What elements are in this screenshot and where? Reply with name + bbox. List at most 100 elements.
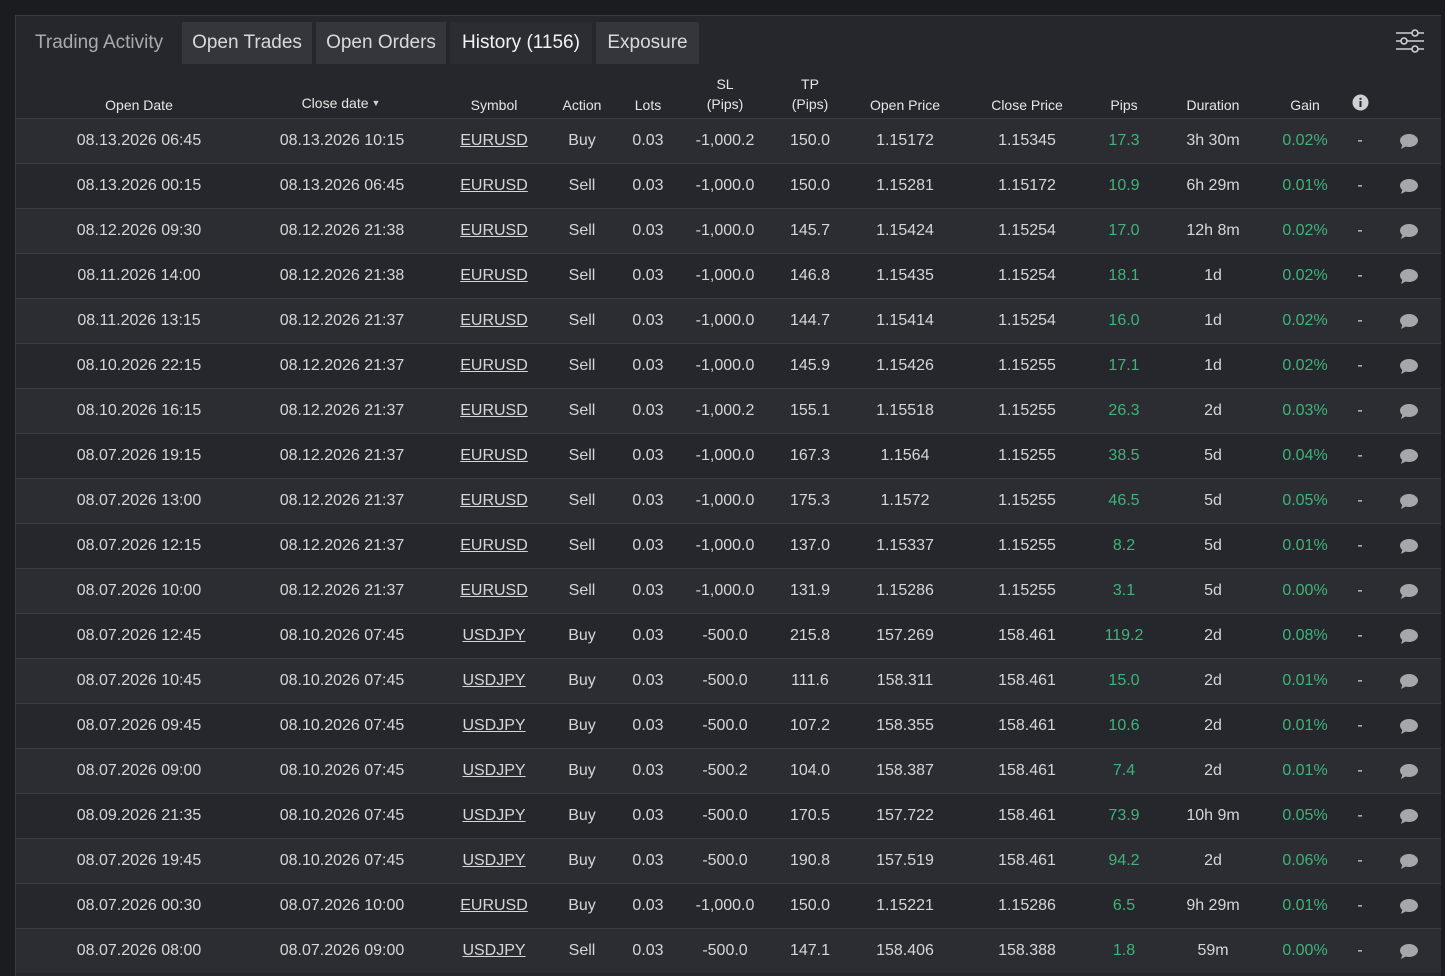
- table-row[interactable]: 08.07.2026 12:45 08.10.2026 07:45 USDJPY…: [16, 613, 1441, 658]
- close-price-cell: 1.15254: [998, 267, 1056, 284]
- tab-open-orders[interactable]: Open Orders: [316, 22, 446, 64]
- open-price-cell: 1.1564: [880, 447, 930, 464]
- lots-cell: 0.03: [632, 627, 664, 644]
- symbol-link[interactable]: USDJPY: [462, 929, 525, 973]
- symbol-link[interactable]: EURUSD: [460, 209, 528, 253]
- table-row[interactable]: 08.07.2026 12:15 08.12.2026 21:37 EURUSD…: [16, 523, 1441, 568]
- col-duration[interactable]: Duration: [1187, 95, 1240, 115]
- symbol-link[interactable]: USDJPY: [462, 614, 525, 658]
- duration-cell: 2d: [1204, 717, 1222, 734]
- col-action[interactable]: Action: [563, 95, 602, 115]
- table-row[interactable]: 08.10.2026 16:15 08.12.2026 21:37 EURUSD…: [16, 388, 1441, 433]
- lots-cell: 0.03: [632, 897, 664, 914]
- comment-icon[interactable]: [1399, 628, 1419, 645]
- open-date-cell: 08.13.2026 06:45: [76, 132, 202, 149]
- tab-history[interactable]: History (1156): [450, 22, 592, 64]
- tp-cell: 145.7: [789, 222, 831, 239]
- comment-icon[interactable]: [1399, 403, 1419, 420]
- symbol-link[interactable]: EURUSD: [460, 569, 528, 613]
- note-cell: -: [1357, 942, 1363, 959]
- table-row[interactable]: 08.07.2026 09:00 08.10.2026 07:45 USDJPY…: [16, 748, 1441, 793]
- col-close-price[interactable]: Close Price: [991, 95, 1063, 115]
- col-lots[interactable]: Lots: [635, 95, 661, 115]
- close-date-cell: 08.13.2026 06:45: [279, 177, 405, 194]
- tab-exposure[interactable]: Exposure: [596, 22, 699, 64]
- comment-icon[interactable]: [1399, 898, 1419, 915]
- table-row[interactable]: 08.07.2026 08:00 08.07.2026 09:00 USDJPY…: [16, 928, 1441, 973]
- col-close-date[interactable]: Close date ▼: [302, 93, 381, 113]
- symbol-link[interactable]: EURUSD: [460, 119, 528, 163]
- symbol-link[interactable]: USDJPY: [462, 839, 525, 883]
- table-row[interactable]: 08.07.2026 00:30 08.07.2026 10:00 EURUSD…: [16, 883, 1441, 928]
- open-date-cell: 08.07.2026 09:00: [76, 762, 202, 779]
- tab-open-trades[interactable]: Open Trades: [182, 22, 312, 64]
- table-row[interactable]: 08.11.2026 14:00 08.12.2026 21:38 EURUSD…: [16, 253, 1441, 298]
- table-row[interactable]: 08.11.2026 13:15 08.12.2026 21:37 EURUSD…: [16, 298, 1441, 343]
- pips-cell: 6.5: [1112, 897, 1136, 914]
- action-cell: Sell: [568, 447, 596, 464]
- col-gain[interactable]: Gain: [1290, 95, 1320, 115]
- symbol-link[interactable]: EURUSD: [460, 434, 528, 478]
- symbol-link[interactable]: EURUSD: [460, 299, 528, 343]
- comment-icon[interactable]: [1399, 448, 1419, 465]
- symbol-link[interactable]: EURUSD: [460, 164, 528, 208]
- comment-icon[interactable]: [1399, 133, 1419, 150]
- table-row[interactable]: 08.07.2026 13:00 08.12.2026 21:37 EURUSD…: [16, 478, 1441, 523]
- symbol-link[interactable]: EURUSD: [460, 479, 528, 523]
- col-symbol[interactable]: Symbol: [471, 95, 518, 115]
- col-pips[interactable]: Pips: [1110, 95, 1137, 115]
- table-row[interactable]: 08.09.2026 21:35 08.10.2026 07:45 USDJPY…: [16, 793, 1441, 838]
- col-open-price[interactable]: Open Price: [870, 95, 940, 115]
- sl-cell: -1,000.2: [695, 132, 755, 149]
- sl-cell: -500.0: [702, 672, 748, 689]
- table-row[interactable]: 08.07.2026 09:45 08.10.2026 07:45 USDJPY…: [16, 703, 1441, 748]
- comment-icon[interactable]: [1399, 313, 1419, 330]
- symbol-link[interactable]: EURUSD: [460, 254, 528, 298]
- action-cell: Buy: [568, 132, 596, 149]
- symbol-link[interactable]: USDJPY: [462, 749, 525, 793]
- comment-icon[interactable]: [1399, 808, 1419, 825]
- col-sl[interactable]: SL (Pips): [707, 74, 744, 114]
- comment-icon[interactable]: [1399, 718, 1419, 735]
- comment-icon[interactable]: [1399, 583, 1419, 600]
- pips-cell: 15.0: [1108, 672, 1140, 689]
- gain-cell: 0.01%: [1282, 897, 1328, 914]
- comment-icon[interactable]: [1399, 853, 1419, 870]
- table-row[interactable]: 08.07.2026 10:00 08.12.2026 21:37 EURUSD…: [16, 568, 1441, 613]
- table-row[interactable]: 08.12.2026 09:30 08.12.2026 21:38 EURUSD…: [16, 208, 1441, 253]
- comment-icon[interactable]: [1399, 538, 1419, 555]
- open-price-cell: 158.355: [876, 717, 934, 734]
- table-row[interactable]: 08.13.2026 06:45 08.13.2026 10:15 EURUSD…: [16, 118, 1441, 163]
- comment-icon[interactable]: [1399, 268, 1419, 285]
- comment-icon[interactable]: [1399, 223, 1419, 240]
- symbol-link[interactable]: EURUSD: [460, 344, 528, 388]
- filter-settings-icon[interactable]: [1393, 26, 1427, 56]
- comment-icon[interactable]: [1399, 943, 1419, 960]
- table-row[interactable]: 08.07.2026 10:45 08.10.2026 07:45 USDJPY…: [16, 658, 1441, 703]
- duration-cell: 2d: [1204, 762, 1222, 779]
- comment-icon[interactable]: [1399, 673, 1419, 690]
- comment-icon[interactable]: [1399, 358, 1419, 375]
- tp-cell: 147.1: [789, 942, 831, 959]
- pips-cell: 94.2: [1108, 852, 1140, 869]
- symbol-link[interactable]: EURUSD: [460, 524, 528, 568]
- comment-icon[interactable]: [1399, 763, 1419, 780]
- symbol-link[interactable]: USDJPY: [462, 704, 525, 748]
- symbol-link[interactable]: EURUSD: [460, 389, 528, 433]
- open-price-cell: 1.15518: [876, 402, 934, 419]
- table-row[interactable]: 08.07.2026 19:45 08.10.2026 07:45 USDJPY…: [16, 838, 1441, 883]
- table-header: Open Date Close date ▼ Symbol Action Lots…: [16, 66, 1441, 118]
- info-icon[interactable]: [1352, 94, 1369, 111]
- table-row[interactable]: 08.07.2026 19:15 08.12.2026 21:37 EURUSD…: [16, 433, 1441, 478]
- gain-cell: 0.01%: [1282, 537, 1328, 554]
- comment-icon[interactable]: [1399, 493, 1419, 510]
- table-row[interactable]: 08.10.2026 22:15 08.12.2026 21:37 EURUSD…: [16, 343, 1441, 388]
- symbol-link[interactable]: EURUSD: [460, 884, 528, 928]
- col-tp[interactable]: TP (Pips): [792, 74, 829, 114]
- table-row[interactable]: 08.13.2026 00:15 08.13.2026 06:45 EURUSD…: [16, 163, 1441, 208]
- comment-icon[interactable]: [1399, 178, 1419, 195]
- lots-cell: 0.03: [632, 762, 664, 779]
- symbol-link[interactable]: USDJPY: [462, 794, 525, 838]
- symbol-link[interactable]: USDJPY: [462, 659, 525, 703]
- col-open-date[interactable]: Open Date: [105, 95, 173, 115]
